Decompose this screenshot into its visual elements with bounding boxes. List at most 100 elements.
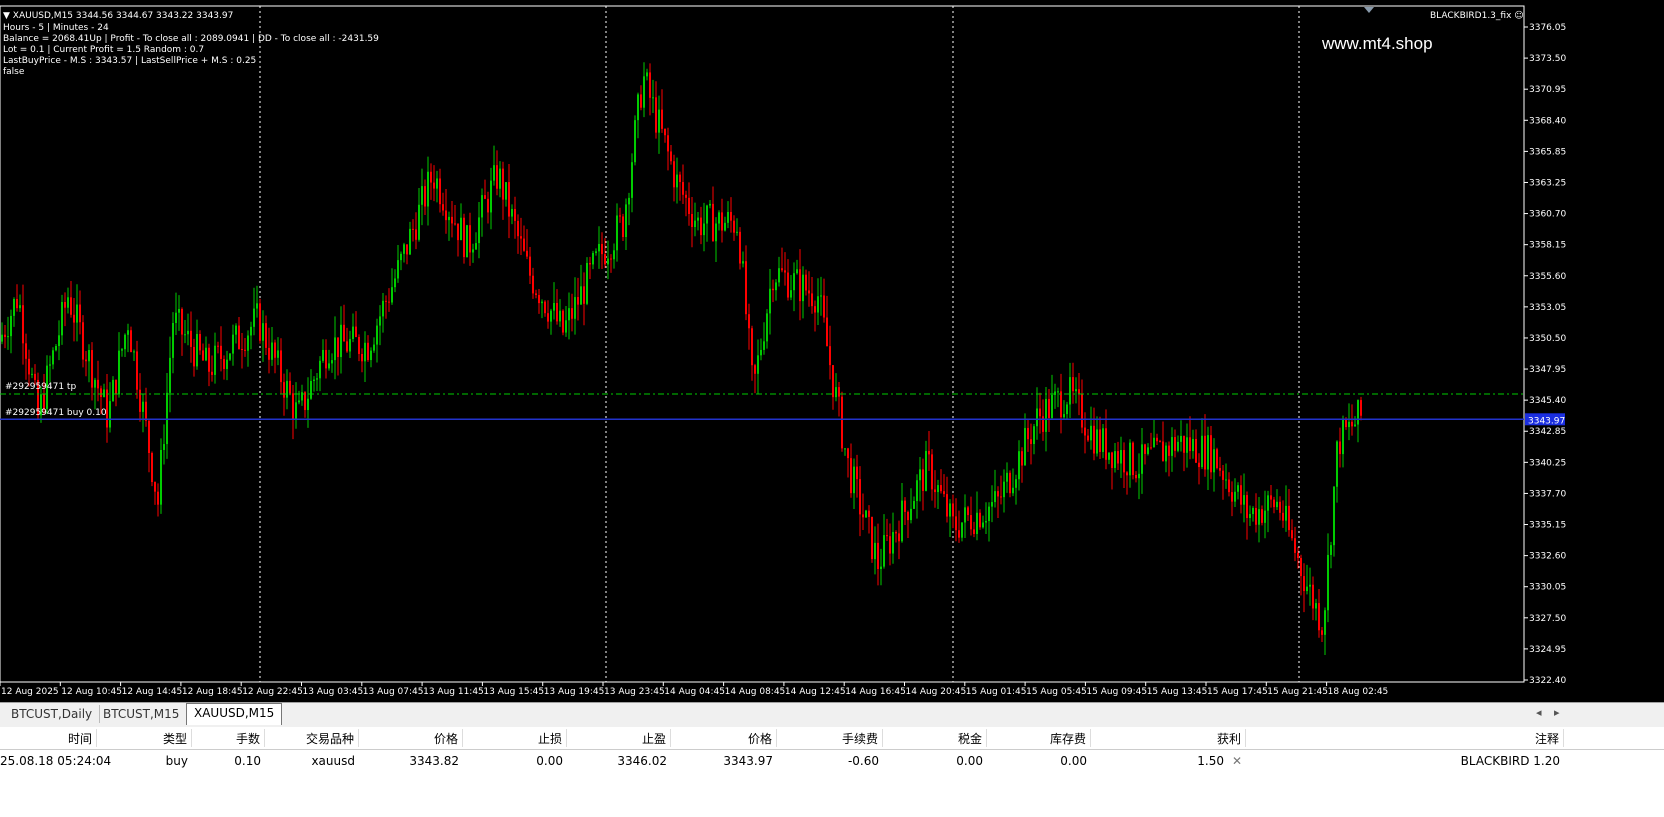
candle-body bbox=[1357, 400, 1359, 425]
candle-body bbox=[1012, 487, 1014, 494]
candle-body bbox=[157, 491, 159, 505]
candle-body bbox=[886, 535, 888, 537]
tab-btcust-daily[interactable]: BTCUST,Daily bbox=[4, 705, 101, 723]
tab-btcust-m15[interactable]: BTCUST,M15 bbox=[96, 705, 188, 723]
candle-body bbox=[1261, 509, 1263, 523]
candle-body bbox=[1078, 389, 1080, 394]
time-tick-label: 12 Aug 22:45 bbox=[242, 687, 303, 697]
candle-body bbox=[1270, 495, 1272, 500]
col-header-current-price[interactable]: 价格 bbox=[671, 729, 777, 747]
candle-body bbox=[355, 326, 357, 337]
candle-body bbox=[1159, 441, 1161, 443]
candle-body bbox=[1303, 576, 1305, 592]
candle-body bbox=[691, 214, 693, 228]
col-header-comment[interactable]: 注释 bbox=[1246, 729, 1564, 747]
candle-body bbox=[169, 357, 171, 393]
candle-body bbox=[916, 480, 918, 502]
candle-body bbox=[154, 482, 156, 492]
candle-body bbox=[1240, 485, 1242, 505]
time-tick-label: 12 Aug 14:45 bbox=[122, 687, 183, 697]
close-order-icon[interactable]: ✕ bbox=[1232, 754, 1242, 768]
candle-body bbox=[175, 312, 177, 324]
candle-body bbox=[1279, 501, 1281, 513]
table-row[interactable]: 25.08.18 05:24:04 buy 0.10 xauusd 3343.8… bbox=[0, 751, 1664, 771]
candle-body bbox=[805, 274, 807, 291]
col-header-profit[interactable]: 获利 bbox=[1091, 729, 1246, 747]
candle-body bbox=[706, 205, 708, 224]
candle-body bbox=[1243, 495, 1245, 505]
candle-body bbox=[295, 402, 297, 419]
candle-body bbox=[754, 365, 756, 374]
candle-body bbox=[484, 195, 486, 199]
candle-body bbox=[598, 243, 600, 252]
candle-body bbox=[490, 180, 492, 213]
candle-body bbox=[232, 334, 234, 354]
candle-body bbox=[814, 306, 816, 313]
tab-scroll-left-icon[interactable]: ◂ bbox=[1536, 706, 1542, 719]
collapse-triangle-icon[interactable]: ▼ bbox=[3, 11, 10, 21]
candle-body bbox=[448, 216, 450, 221]
candle-body bbox=[1309, 584, 1311, 587]
candle-body bbox=[1234, 491, 1236, 502]
col-header-lots[interactable]: 手数 bbox=[192, 729, 265, 747]
candle-body bbox=[1114, 451, 1116, 468]
candle-body bbox=[94, 379, 96, 388]
candle-body bbox=[715, 223, 717, 242]
candle-body bbox=[1237, 485, 1239, 492]
candle-body bbox=[1030, 439, 1032, 445]
col-header-sl[interactable]: 止损 bbox=[463, 729, 567, 747]
col-header-type[interactable]: 类型 bbox=[97, 729, 192, 747]
candle-body bbox=[616, 215, 618, 251]
candle-body bbox=[127, 330, 129, 335]
candle-body bbox=[862, 514, 864, 518]
candle-body bbox=[1321, 630, 1323, 635]
tab-scroll-right-icon[interactable]: ▸ bbox=[1554, 706, 1560, 719]
candle-body bbox=[337, 337, 339, 358]
price-tick-label: 3332.60 bbox=[1529, 552, 1566, 562]
time-tick-label: 13 Aug 19:45 bbox=[544, 687, 605, 697]
col-header-open-price[interactable]: 价格 bbox=[359, 729, 463, 747]
price-chart[interactable]: 3343.97 3376.05 3373.50 3370.95 3368.40 3365.… bbox=[0, 0, 1664, 702]
candle-body bbox=[508, 182, 510, 217]
candle-body bbox=[553, 302, 555, 311]
candle-body bbox=[319, 360, 321, 379]
price-tick-label: 3347.95 bbox=[1529, 365, 1566, 375]
col-header-time[interactable]: 时间 bbox=[0, 729, 97, 747]
candle-body bbox=[1135, 474, 1137, 479]
time-tick-label: 12 Aug 2025 bbox=[1, 687, 59, 697]
col-header-swap[interactable]: 库存费 bbox=[987, 729, 1091, 747]
candle-body bbox=[304, 392, 306, 411]
candle-body bbox=[838, 387, 840, 397]
col-header-tax[interactable]: 税金 bbox=[883, 729, 987, 747]
candle-body bbox=[970, 515, 972, 530]
candle-body bbox=[73, 314, 75, 323]
time-tick-label: 12 Aug 18:45 bbox=[182, 687, 243, 697]
col-header-symbol[interactable]: 交易品种 bbox=[265, 729, 359, 747]
candle-body bbox=[259, 303, 261, 341]
candle-body bbox=[274, 342, 276, 358]
col-header-commission[interactable]: 手续费 bbox=[777, 729, 883, 747]
trade-table-header: 时间 类型 手数 交易品种 价格 止损 止盈 价格 手续费 税金 库存费 获利 … bbox=[0, 729, 1664, 750]
time-tick-label: 15 Aug 05:45 bbox=[1026, 687, 1087, 697]
tab-xauusd-m15[interactable]: XAUUSD,M15 bbox=[186, 703, 283, 725]
col-header-tp[interactable]: 止盈 bbox=[567, 729, 671, 747]
candle-body bbox=[934, 489, 936, 493]
candle-body bbox=[97, 379, 99, 389]
time-tick-label: 15 Aug 21:45 bbox=[1267, 687, 1328, 697]
candle-body bbox=[1057, 391, 1059, 393]
candle-body bbox=[421, 186, 423, 205]
candle-body bbox=[31, 373, 33, 375]
candle-body bbox=[763, 341, 765, 350]
candle-body bbox=[1150, 447, 1152, 449]
candle-body bbox=[271, 342, 273, 360]
candle-body bbox=[910, 508, 912, 521]
candle-body bbox=[226, 359, 228, 369]
candle-body bbox=[913, 501, 915, 509]
candle-body bbox=[112, 379, 114, 402]
candle-body bbox=[538, 294, 540, 304]
candle-body bbox=[310, 380, 312, 399]
price-tick-label: 3340.25 bbox=[1529, 458, 1566, 468]
candle-body bbox=[655, 97, 657, 133]
candle-body bbox=[4, 334, 6, 337]
candle-body bbox=[883, 535, 885, 567]
